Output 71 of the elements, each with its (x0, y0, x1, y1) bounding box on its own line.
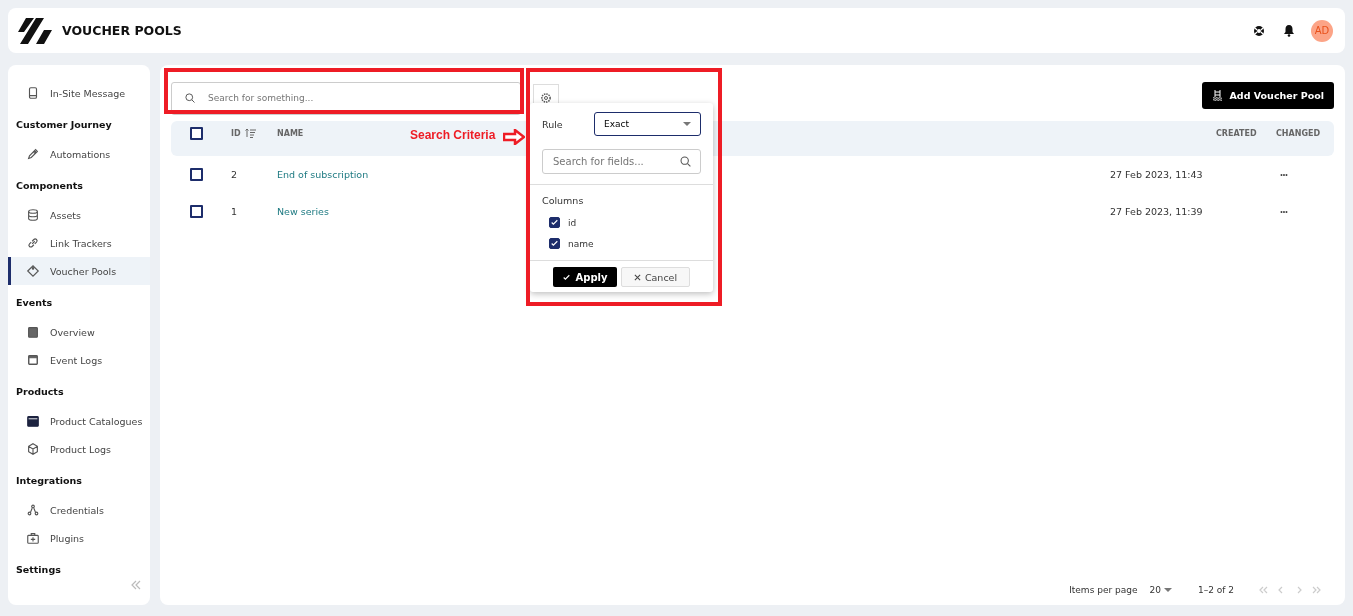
table-cell-text: 27 Feb 2023, 11:39 (1110, 206, 1204, 217)
sidebar-item[interactable]: Event Logs (8, 346, 150, 374)
chevron-icon (1258, 585, 1268, 595)
search-icon (184, 92, 196, 104)
sidebar-section-title: Events (15, 295, 54, 310)
column-header: NAME (277, 128, 304, 138)
select-all-checkbox[interactable] (190, 126, 203, 140)
plugin-bag-icon (26, 531, 40, 545)
bell-icon[interactable] (1283, 24, 1295, 37)
chevron-icon (1312, 585, 1322, 595)
column-checkbox[interactable] (549, 238, 560, 249)
sidebar-item[interactable]: Product Catalogues (8, 407, 150, 435)
page-title: VOUCHER POOLS (62, 23, 182, 38)
sidebar-item[interactable]: Product Logs (8, 435, 150, 463)
column-checkbox[interactable] (549, 217, 560, 228)
sort-icon[interactable] (244, 128, 256, 138)
field-search-field[interactable]: Search for fields... (542, 149, 701, 174)
link-icon (26, 236, 40, 250)
annotation-label: Search Criteria (410, 128, 496, 142)
sidebar-item[interactable]: Plugins (8, 524, 150, 552)
sidebar-section-title: Components (15, 178, 84, 193)
caret-icon (1163, 587, 1172, 593)
apply-button[interactable]: Apply (553, 267, 617, 287)
page-size-dropdown[interactable]: 20 (1149, 585, 1172, 595)
sidebar-item[interactable]: Credentials (8, 496, 150, 524)
table-cell-text: New series (277, 206, 330, 217)
sidebar-item[interactable]: Voucher Pools (8, 257, 150, 285)
table-cell-text: End of subscription (277, 169, 370, 180)
sidebar-section-title: Settings (15, 562, 62, 577)
sidebar-item[interactable]: In-Site Message (8, 79, 150, 107)
column-header: ID (231, 128, 241, 138)
table-cell-text: 27 Feb 2023, 11:43 (1110, 169, 1204, 180)
pool-icon (1211, 89, 1224, 101)
search-field[interactable]: Search for something... (171, 81, 521, 115)
database-icon (26, 208, 40, 222)
items-per-page-label: Items per page (1069, 585, 1138, 595)
add-voucher-pool-button[interactable]: Add Voucher Pool (1201, 81, 1334, 109)
sidebar-item[interactable]: Overview (8, 318, 150, 346)
page-range: 1–2 of 2 (1197, 585, 1234, 595)
row-checkbox[interactable] (190, 205, 203, 218)
rule-label: Rule (542, 118, 563, 130)
cube-icon (26, 442, 40, 456)
search-icon (679, 155, 692, 168)
arrow-icon (503, 129, 525, 145)
check-icon (562, 272, 572, 282)
lifebuoy-icon[interactable] (1253, 24, 1265, 37)
close-icon (633, 273, 641, 281)
sidebar-item[interactable]: Assets (8, 201, 150, 229)
sidebar-item[interactable]: Link Trackers (8, 229, 150, 257)
calendar-icon (26, 353, 40, 367)
cancel-button[interactable]: Cancel (621, 267, 690, 287)
caret-icon (683, 121, 691, 127)
tag-icon (26, 264, 40, 278)
table-cell-text: 1 (231, 206, 239, 217)
column-header: CHANGED (1276, 128, 1322, 138)
row-checkbox[interactable] (190, 168, 203, 181)
sidebar-item[interactable]: Automations (8, 140, 150, 168)
column-header: CREATED (1216, 128, 1258, 138)
sidebar-section-title: Products (15, 384, 65, 399)
monitor-icon (26, 86, 40, 100)
gear-icon (540, 91, 552, 104)
column-option-label: name (568, 238, 594, 249)
logo-icon (18, 15, 52, 46)
catalogue-icon (26, 414, 40, 428)
sidebar-section-title: Customer Journey (15, 117, 113, 132)
sidebar-section-title: Integrations (15, 473, 83, 488)
rule-dropdown[interactable]: Exact (594, 112, 701, 136)
column-option-label: id (568, 217, 577, 228)
nodes-icon (26, 503, 40, 517)
columns-label: Columns (542, 195, 584, 206)
table-cell-text: 2 (231, 169, 239, 180)
